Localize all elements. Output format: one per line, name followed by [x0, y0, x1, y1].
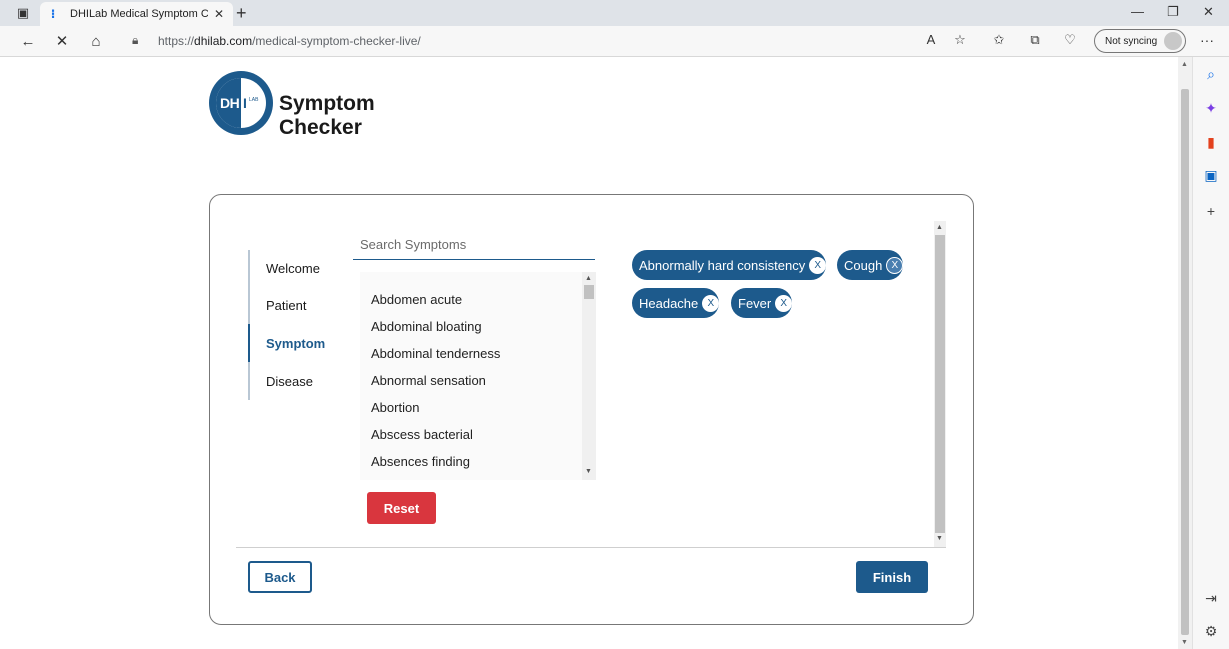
selected-symptom-chip: Fever X [731, 288, 793, 318]
hide-sidebar-icon[interactable]: ⇥ [1202, 589, 1220, 607]
list-scroll-down-icon[interactable]: ▼ [585, 468, 592, 475]
home-icon[interactable]: ⌂ [84, 31, 108, 51]
new-tab-icon[interactable]: + [236, 3, 247, 24]
list-item[interactable]: Absences finding [371, 454, 470, 469]
symptom-list: Abdomen acute Abdominal bloating Abdomin… [360, 272, 596, 480]
list-scroll-thumb[interactable] [584, 285, 594, 299]
browser-tab-bar: ▣ ⁝ DHILab Medical Symptom Checker ✕ + —… [0, 0, 1229, 26]
favorites-icon[interactable]: ✩ [989, 32, 1009, 48]
finish-button[interactable]: Finish [856, 561, 928, 593]
wizard-steps: Welcome Patient Symptom Disease [248, 250, 348, 400]
remove-chip-icon[interactable]: X [702, 294, 720, 312]
url-text: https://dhilab.com/medical-symptom-check… [158, 34, 421, 48]
lock-icon: 🔒︎ [132, 33, 139, 47]
step-disease[interactable]: Disease [266, 374, 313, 389]
chips-scroll-up-icon[interactable]: ▲ [936, 224, 943, 231]
list-item[interactable]: Abdomen acute [371, 292, 462, 307]
list-item[interactable]: Abnormal sensation [371, 373, 486, 388]
step-welcome[interactable]: Welcome [266, 261, 320, 276]
sync-label: Not syncing [1105, 35, 1158, 47]
list-item[interactable]: Abdominal tenderness [371, 346, 500, 361]
site-favicon-icon: ⁝ [50, 7, 56, 21]
selected-symptom-chip: Headache X [632, 288, 720, 318]
symptom-list-scrollbar[interactable]: ▲ ▼ [582, 272, 596, 480]
selected-symptom-chip: Abnormally hard consistency X [632, 250, 827, 280]
minimize-icon[interactable]: — [1131, 4, 1144, 19]
dhilab-logo: DH I LAB [209, 71, 273, 135]
stop-loading-icon[interactable]: ✕ [50, 31, 74, 51]
tab-close-icon[interactable]: ✕ [214, 7, 224, 21]
search-symptoms-input[interactable] [353, 230, 595, 260]
office-icon[interactable]: ▮ [1202, 133, 1220, 151]
add-favorite-icon[interactable]: ☆ [950, 32, 970, 48]
add-sidebar-app-icon[interactable]: + [1202, 202, 1220, 220]
page-title: Symptom Checker [279, 92, 375, 139]
browser-tab[interactable]: ⁝ DHILab Medical Symptom Checker ✕ [40, 2, 233, 26]
list-scroll-up-icon[interactable]: ▲ [585, 275, 592, 282]
remove-chip-icon[interactable]: X [775, 294, 793, 312]
selected-symptom-chip: Cough X [837, 250, 904, 280]
back-button[interactable]: Back [248, 561, 312, 593]
scroll-up-arrow-icon[interactable]: ▲ [1181, 61, 1188, 68]
sidebar-settings-gear-icon[interactable]: ⚙ [1202, 622, 1220, 640]
restore-icon[interactable]: ❐ [1167, 4, 1179, 20]
scroll-down-arrow-icon[interactable]: ▼ [1181, 639, 1188, 646]
avatar [1164, 32, 1182, 50]
collections-icon[interactable]: ⧉ [1025, 32, 1045, 48]
outlook-icon[interactable]: ▣ [1202, 166, 1220, 184]
more-options-icon[interactable]: ··· [1200, 32, 1214, 48]
reset-button[interactable]: Reset [367, 492, 436, 524]
address-bar: ← ✕ ⌂ 🔒︎ https://dhilab.com/medical-symp… [0, 26, 1229, 57]
step-symptom[interactable]: Symptom [266, 336, 325, 351]
remove-chip-icon[interactable]: X [886, 256, 904, 274]
tab-title: DHILab Medical Symptom Checker [70, 8, 208, 20]
list-item[interactable]: Abortion [371, 400, 419, 415]
back-arrow-icon[interactable]: ← [16, 31, 40, 51]
url-field[interactable]: 🔒︎ https://dhilab.com/medical-symptom-ch… [120, 29, 980, 53]
remove-chip-icon[interactable]: X [809, 256, 827, 274]
browser-essentials-icon[interactable]: ♡ [1060, 32, 1080, 48]
chips-scroll-down-icon[interactable]: ▼ [936, 535, 943, 542]
list-item[interactable]: Abscess bacterial [371, 427, 473, 442]
selected-symptoms-scrollbar[interactable]: ▲ ▼ [934, 221, 946, 547]
step-patient[interactable]: Patient [266, 298, 306, 313]
page-scroll-thumb[interactable] [1181, 89, 1189, 635]
profile-sync-button[interactable]: Not syncing [1094, 29, 1186, 53]
active-step-indicator [248, 324, 250, 362]
search-icon[interactable]: ⌕ [1202, 65, 1220, 83]
chips-scroll-thumb[interactable] [935, 235, 945, 533]
copilot-icon[interactable]: ✦ [1202, 99, 1220, 117]
edge-sidebar: ⌕ ✦ ▮ ▣ + ⇥ ⚙ [1192, 57, 1229, 649]
read-aloud-icon[interactable]: A [921, 32, 941, 47]
footer-divider [236, 547, 946, 548]
tab-actions-icon[interactable]: ▣ [12, 3, 34, 23]
page-scrollbar[interactable]: ▲ ▼ [1178, 57, 1192, 649]
list-item[interactable]: Abdominal bloating [371, 319, 482, 334]
window-close-icon[interactable]: ✕ [1203, 4, 1214, 20]
